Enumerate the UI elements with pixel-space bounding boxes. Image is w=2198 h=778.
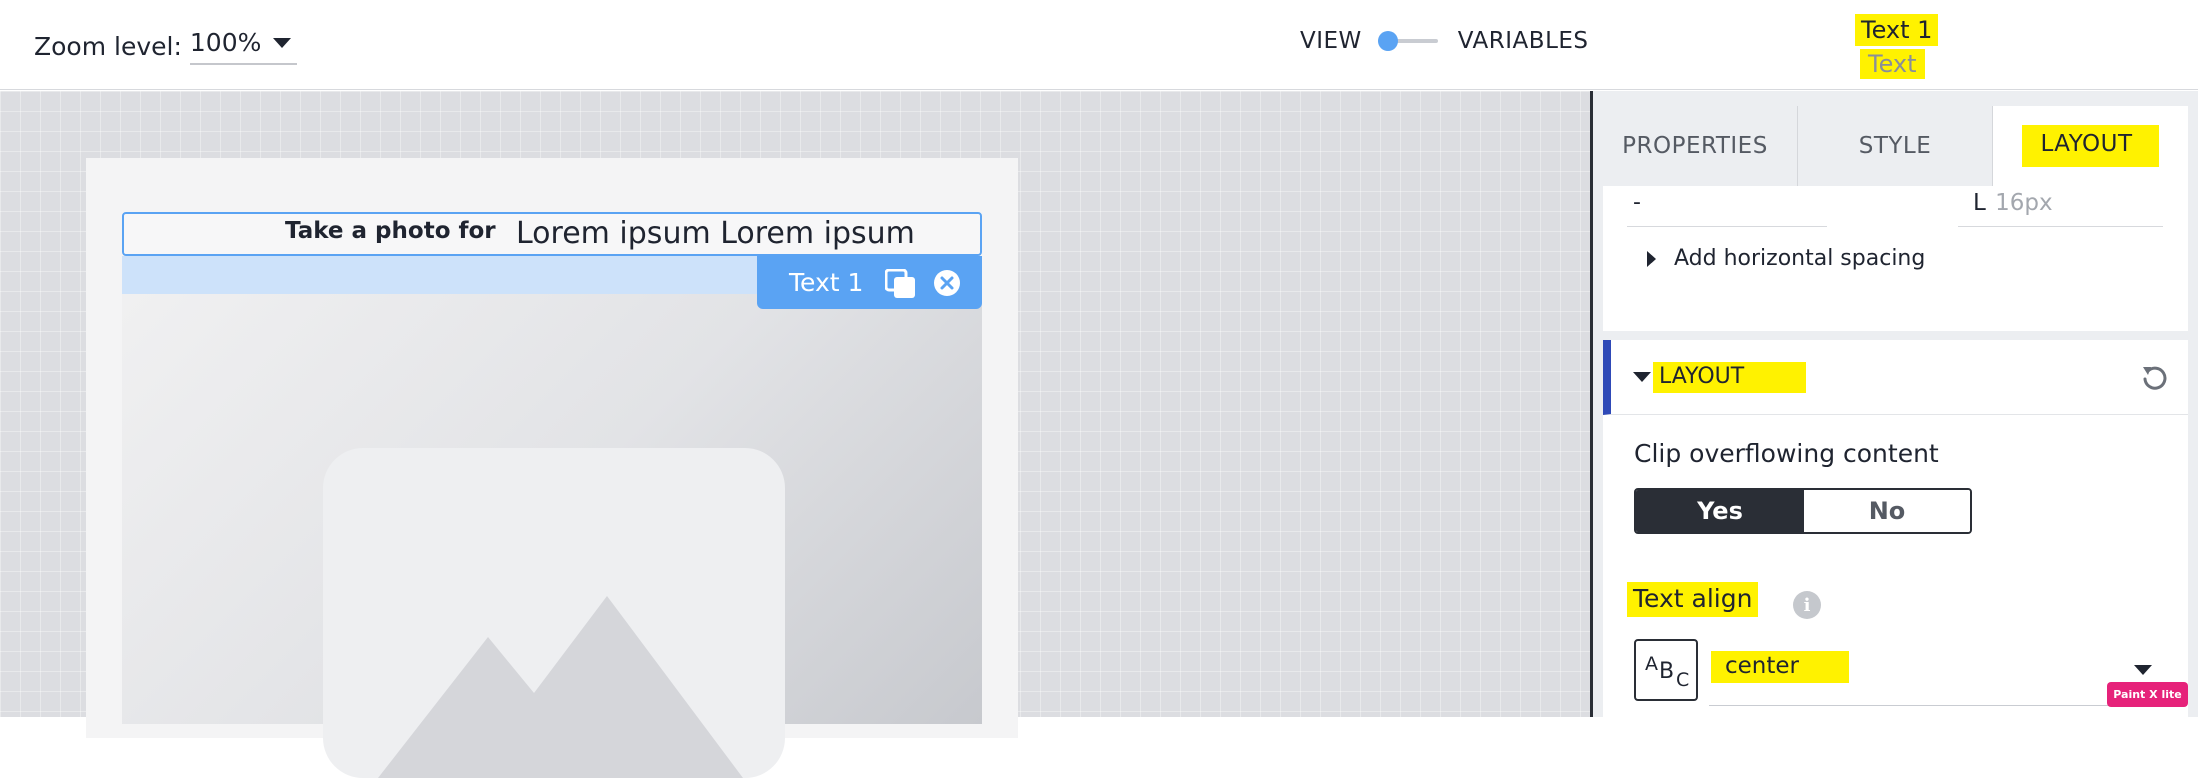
text-align-underline: [1709, 705, 2169, 706]
editor-canvas[interactable]: Take a photo for Lorem ipsum Lorem ipsum…: [0, 91, 1590, 778]
image-placeholder[interactable]: [122, 294, 982, 778]
chevron-down-icon: [273, 37, 292, 48]
tab-properties[interactable]: PROPERTIES: [1593, 106, 1798, 186]
text-align-icon-a: A: [1645, 653, 1658, 675]
image-placeholder-icon: [378, 596, 743, 778]
zoom-control: Zoom level: 100%: [34, 28, 298, 65]
toggle-knob[interactable]: [1377, 31, 1398, 51]
text-align-icon: A B C: [1634, 639, 1698, 701]
duplicate-icon[interactable]: [885, 269, 917, 299]
chevron-down-icon: [1633, 372, 1651, 382]
spacing-right-underline: [1958, 226, 2163, 227]
selected-element-name: Text 1: [1855, 14, 1939, 46]
zoom-value: 100%: [189, 28, 262, 57]
spacing-section: - L 16px Add horizontal spacing: [1603, 186, 2188, 331]
text-align-icon-c: C: [1676, 669, 1690, 691]
tab-layout[interactable]: LAYOUT: [1993, 106, 2188, 186]
caret-right-icon: [1647, 250, 1656, 267]
top-bar: Zoom level: 100% VIEW VARIABLES Text 1 T…: [0, 0, 2198, 90]
add-horizontal-spacing[interactable]: Add horizontal spacing: [1647, 246, 1925, 271]
add-horizontal-spacing-label: Add horizontal spacing: [1674, 246, 1926, 271]
chevron-down-icon[interactable]: [2134, 665, 2152, 675]
view-label[interactable]: VIEW: [1300, 28, 1362, 54]
text-align-icon-b: B: [1659, 659, 1675, 684]
layout-section-body: Clip overflowing content Yes No Text ali…: [1603, 415, 2188, 717]
tab-properties-label: PROPERTIES: [1622, 133, 1768, 159]
tab-style[interactable]: STYLE: [1798, 106, 1993, 186]
variables-label[interactable]: VARIABLES: [1458, 28, 1589, 54]
spacing-right-placeholder: 16px: [1995, 190, 2053, 216]
layout-section-title: LAYOUT: [1653, 362, 1807, 393]
reset-icon[interactable]: [2139, 362, 2171, 394]
selected-element-type: Text: [1860, 49, 1925, 79]
component-label: Text 1: [757, 256, 982, 309]
text-element[interactable]: Take a photo for Lorem ipsum Lorem ipsum: [122, 212, 982, 256]
spacing-left-value[interactable]: -: [1633, 190, 1641, 215]
clip-overflow-toggle: Yes No: [1634, 488, 1972, 534]
info-icon[interactable]: i: [1793, 591, 1821, 619]
spacing-right-prefix: L: [1973, 190, 1986, 216]
text-align-label: Text align: [1627, 582, 1759, 617]
panel-tabs: PROPERTIES STYLE LAYOUT: [1593, 106, 2198, 186]
spacing-left-underline: [1627, 226, 1827, 227]
layout-section-header[interactable]: LAYOUT: [1603, 340, 2188, 415]
zoom-select[interactable]: 100%: [189, 28, 298, 65]
zoom-label: Zoom level:: [34, 32, 182, 61]
spacing-right-field[interactable]: L 16px: [1973, 190, 2053, 216]
clip-overflow-label: Clip overflowing content: [1634, 439, 1939, 468]
view-toggle[interactable]: [1377, 29, 1438, 53]
close-circle-icon[interactable]: [933, 269, 961, 297]
clip-no-button[interactable]: No: [1804, 490, 1970, 532]
text-body-line: Lorem ipsum Lorem ipsum: [516, 216, 915, 251]
view-variables-switch: VIEW VARIABLES: [1300, 28, 1589, 54]
text-align-select[interactable]: center: [1711, 651, 1849, 683]
tab-layout-label: LAYOUT: [2022, 125, 2159, 167]
image-placeholder-card: [323, 448, 785, 778]
paint-x-lite-watermark: Paint X lite: [2107, 682, 2188, 707]
component-label-name: Text 1: [789, 268, 864, 297]
properties-panel: PROPERTIES STYLE LAYOUT - L 16px Add hor…: [1593, 91, 2198, 717]
tab-style-label: STYLE: [1858, 133, 1932, 159]
text-bold-line: Take a photo for: [285, 218, 496, 244]
clip-yes-button[interactable]: Yes: [1636, 490, 1804, 532]
